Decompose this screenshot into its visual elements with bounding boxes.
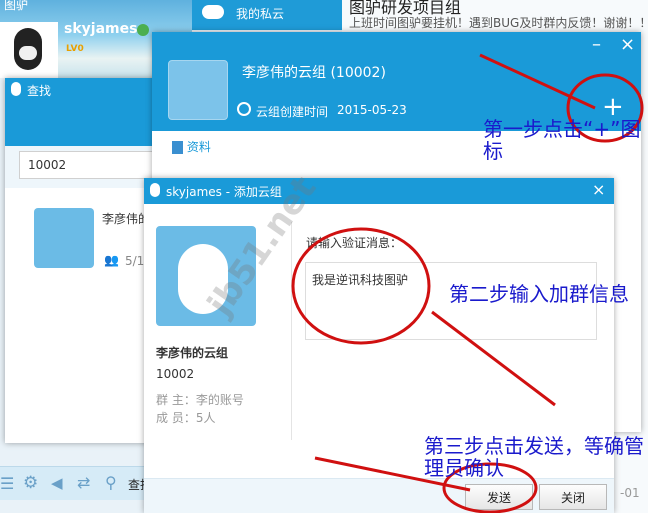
step1-annotation: 第一步点击“+”图标 <box>483 117 641 163</box>
step1-arrow <box>479 53 596 110</box>
step2-annotation: 第二步输入加群信息 <box>449 282 629 306</box>
step3-annotation: 第三步点击发送，等确管理员确认 <box>424 434 644 480</box>
step2-arrow <box>431 310 556 407</box>
step2-circle <box>291 227 431 345</box>
